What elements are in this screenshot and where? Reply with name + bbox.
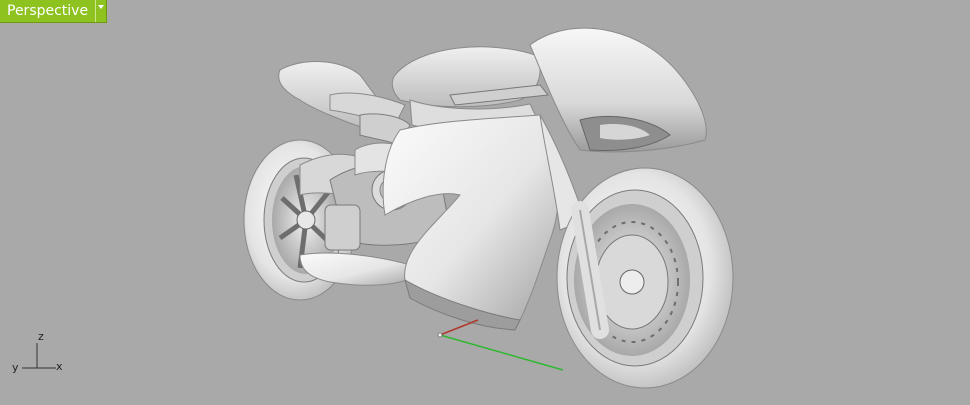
axis-y-label: y xyxy=(12,361,19,374)
front-wheel xyxy=(556,167,734,389)
motorcycle-model[interactable] xyxy=(0,0,970,405)
world-y-axis-line xyxy=(439,334,564,371)
perspective-viewport[interactable]: Perspective z y x xyxy=(0,0,970,405)
axis-widget xyxy=(22,343,56,369)
world-x-axis-line xyxy=(439,319,479,336)
tail-section xyxy=(278,61,411,146)
viewport-title-label[interactable]: Perspective xyxy=(0,0,95,22)
axis-z-label: z xyxy=(38,330,44,343)
axis-x-label: x xyxy=(56,360,63,373)
viewport-title-tab[interactable]: Perspective xyxy=(0,0,108,23)
viewport-menu-icon[interactable] xyxy=(95,0,106,22)
